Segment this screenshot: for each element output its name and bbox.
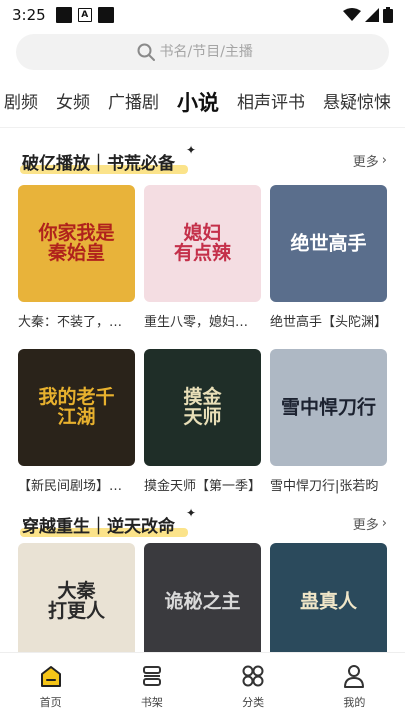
book-cover[interactable]: 媳妇 有点辣 (144, 185, 261, 302)
book-cover[interactable]: 绝世高手 (270, 185, 387, 302)
cover-title: 我的老千 江湖 (38, 385, 115, 429)
notification-icon (55, 7, 72, 23)
book-card[interactable]: 我的老千 江湖【新民间剧场】我的老千江湖 (18, 349, 135, 494)
tab-item[interactable]: 小说 (168, 88, 228, 118)
tab-item[interactable]: 剧频 (0, 88, 47, 118)
book-title[interactable]: 大秦：不装了，我是秦始皇 (18, 311, 135, 330)
nav-label: 书架 (140, 696, 163, 709)
book-title[interactable]: 雪中悍刀行|张若昀 (270, 475, 387, 494)
book-card[interactable]: 雪中悍刀行雪中悍刀行|张若昀 (270, 349, 387, 494)
tab-item[interactable]: 悬疑惊悚 (314, 88, 400, 118)
status-bar: 3:25 A (0, 0, 405, 30)
cover-title: 绝世高手 (290, 232, 367, 255)
section-hot: 破亿播放｜书荒必备 ✦ 更多 › (0, 143, 405, 175)
sparkle-icon: ✦ (186, 506, 197, 520)
nav-label: 我的 (343, 696, 366, 709)
cover-title: 诡秘之主 (164, 590, 241, 613)
book-title[interactable]: 绝世高手【头陀渊】 (270, 311, 387, 330)
cover-title: 媳妇 有点辣 (173, 221, 231, 265)
bottom-nav: 首页 书架 分类 我的 (0, 652, 405, 720)
tab-item[interactable]: 广播剧 (99, 88, 168, 118)
chevron-right-icon: › (381, 153, 387, 168)
cover-title: 摸金 天师 (183, 385, 222, 429)
book-cover[interactable]: 我的老千 江湖 (18, 349, 135, 466)
more-button[interactable]: 更多 › (353, 514, 387, 533)
book-card[interactable]: 你家我是 秦始皇大秦：不装了，我是秦始皇 (18, 185, 135, 330)
cover-title: 你家我是 秦始皇 (38, 221, 115, 265)
profile-icon (344, 665, 365, 688)
book-card[interactable]: 摸金 天师摸金天师【第一季】 (144, 349, 261, 494)
book-cover[interactable]: 蛊真人 (270, 543, 387, 660)
bookshelf-icon (142, 666, 161, 686)
search-bar[interactable] (16, 34, 389, 70)
category-tabs: 剧频 女频 广播剧 小说 相声评书 悬疑惊悚 (0, 82, 405, 126)
chevron-right-icon: › (381, 516, 387, 531)
book-title[interactable]: 摸金天师【第一季】 (144, 475, 261, 494)
more-label: 更多 (352, 155, 379, 170)
section-title: 破亿播放｜书荒必备 (22, 154, 175, 174)
book-cover[interactable]: 大秦 打更人 (18, 543, 135, 660)
nav-bookshelf[interactable]: 书架 (101, 653, 202, 720)
nav-label: 首页 (39, 696, 62, 709)
card-row: 我的老千 江湖【新民间剧场】我的老千江湖摸金 天师摸金天师【第一季】雪中悍刀行雪… (18, 349, 387, 494)
wifi-icon (343, 8, 361, 21)
more-button[interactable]: 更多 › (353, 151, 387, 170)
tab-item[interactable]: 相声评书 (228, 88, 314, 118)
card-row: 你家我是 秦始皇大秦：不装了，我是秦始皇媳妇 有点辣重生八零，媳妇有点辣绝世高手… (18, 185, 387, 330)
notification-icon (97, 7, 114, 23)
book-cover[interactable]: 雪中悍刀行 (270, 349, 387, 466)
section-header: 破亿播放｜书荒必备 ✦ 更多 › (0, 143, 405, 175)
book-title[interactable]: 重生八零，媳妇有点辣 (144, 311, 261, 330)
nav-profile[interactable]: 我的 (304, 653, 405, 720)
nav-home[interactable]: 首页 (0, 653, 101, 720)
home-icon (40, 666, 61, 687)
section-header: 穿越重生｜逆天改命 ✦ 更多 › (0, 506, 405, 538)
book-cover[interactable]: 摸金 天师 (144, 349, 261, 466)
cover-title: 雪中悍刀行 (280, 396, 376, 419)
cover-title: 蛊真人 (299, 590, 357, 613)
battery-icon (383, 7, 393, 23)
section-rebirth: 穿越重生｜逆天改命 ✦ 更多 › (0, 506, 405, 538)
section-title: 穿越重生｜逆天改命 (22, 517, 175, 537)
tab-item[interactable]: 女频 (47, 88, 99, 118)
category-icon (242, 665, 264, 687)
signal-icon (365, 8, 379, 22)
book-cover[interactable]: 诡秘之主 (144, 543, 261, 660)
search-input[interactable] (159, 44, 270, 60)
book-card[interactable]: 绝世高手绝世高手【头陀渊】 (270, 185, 387, 330)
search-icon (137, 43, 155, 61)
book-card[interactable]: 媳妇 有点辣重生八零，媳妇有点辣 (144, 185, 261, 330)
divider (0, 127, 405, 128)
book-title[interactable]: 【新民间剧场】我的老千江湖 (18, 475, 135, 494)
book-cover[interactable]: 你家我是 秦始皇 (18, 185, 135, 302)
more-label: 更多 (352, 518, 379, 533)
notification-badge-icon: A (77, 8, 92, 22)
sparkle-icon: ✦ (186, 143, 197, 157)
nav-label: 分类 (242, 696, 265, 709)
nav-category[interactable]: 分类 (203, 653, 304, 720)
status-time: 3:25 (12, 6, 46, 24)
cover-title: 大秦 打更人 (47, 579, 105, 623)
